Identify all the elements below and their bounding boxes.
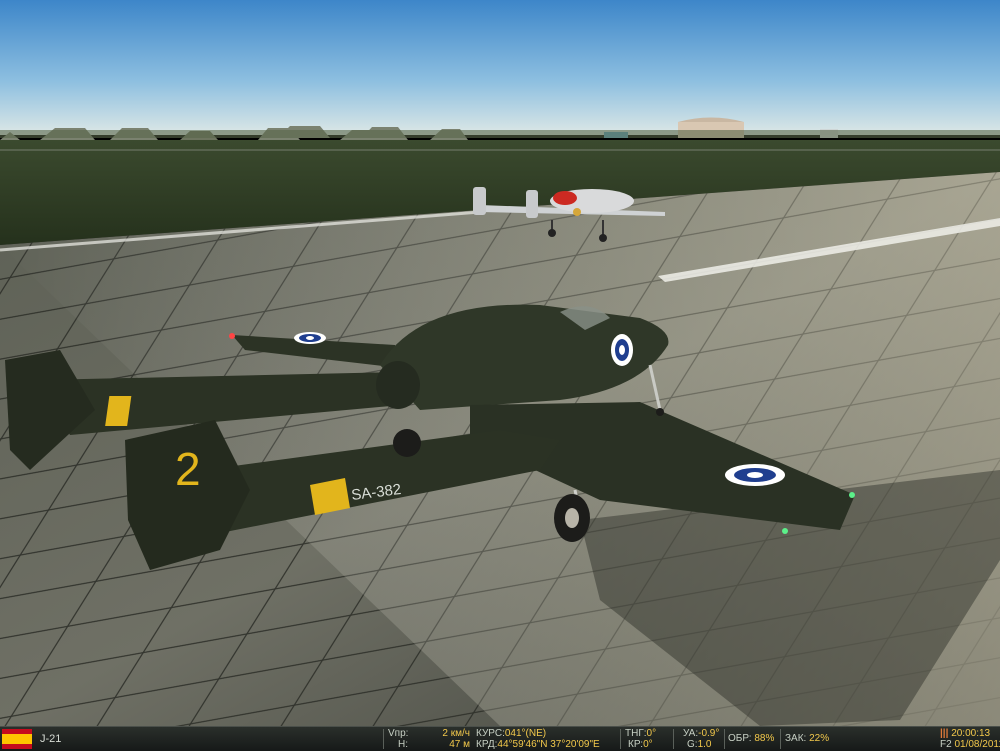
flaps-label: ЗАК: (785, 733, 807, 744)
tree-line (0, 130, 1000, 138)
coords-value: 44°59'46"N 37°20'09"E (497, 739, 600, 750)
thrust-value: 0° (646, 728, 657, 739)
roll-label: КР: (628, 739, 644, 750)
game-viewport[interactable]: 2 SA-382 (0, 0, 1000, 726)
aoa-value: -0.9° (698, 728, 720, 739)
speed-altitude-values: 2 км/ч 47 м (420, 728, 470, 750)
flaps-block: ЗАК: 22% (785, 733, 829, 744)
g-value: 1.0 (697, 739, 712, 750)
heading-value: 041°(NE) (504, 728, 547, 739)
attitude-block: ТНГ:0° КР:0° (625, 728, 656, 750)
time-value: 20:00:13 (951, 728, 991, 739)
aircraft-name: J-21 (40, 733, 62, 745)
flaps-value: 22% (809, 733, 830, 744)
clock-block: ||| 20:00:13 F2 01/08/2011 (940, 728, 1000, 750)
aoa-label: УА: (683, 728, 699, 739)
heading-label: КУРС: (476, 728, 505, 739)
altitude-value: 47 м (449, 739, 470, 750)
hud-divider (780, 729, 781, 749)
hud-divider (724, 729, 725, 749)
thrust-label: ТНГ: (625, 728, 647, 739)
speed-label: Vпр: (388, 728, 409, 739)
hud-divider (673, 729, 674, 749)
aoa-g-block: УА:-0.9° G:1.0 (683, 728, 719, 750)
altitude-label: Н: (398, 739, 408, 750)
status-bar: J-21 Vпр: Н: 2 км/ч 47 м КУРС:041°(NE) К… (0, 726, 1000, 751)
date-value: 01/08/2011 (954, 739, 1000, 750)
sky (0, 0, 1000, 135)
coords-label: КРД: (476, 739, 498, 750)
speed-value: 2 км/ч (442, 728, 470, 739)
date-key-label: F2 (940, 739, 952, 750)
rpm-value: 88% (754, 733, 775, 744)
bars-warning-icon: ||| (940, 728, 949, 739)
roll-value: 0° (643, 739, 653, 750)
scene-canvas: 2 SA-382 (0, 0, 1000, 726)
navigation-block: КУРС:041°(NE) КРД:44°59'46"N 37°20'09"E (476, 728, 600, 750)
rpm-label: ОБР: (728, 733, 752, 744)
hud-divider (620, 729, 621, 749)
spain-flag-icon (2, 729, 32, 749)
g-label: G: (687, 739, 698, 750)
rpm-block: ОБР: 88% (728, 733, 774, 744)
tail-number-label: 2 (175, 443, 201, 495)
hud-divider (383, 729, 384, 749)
